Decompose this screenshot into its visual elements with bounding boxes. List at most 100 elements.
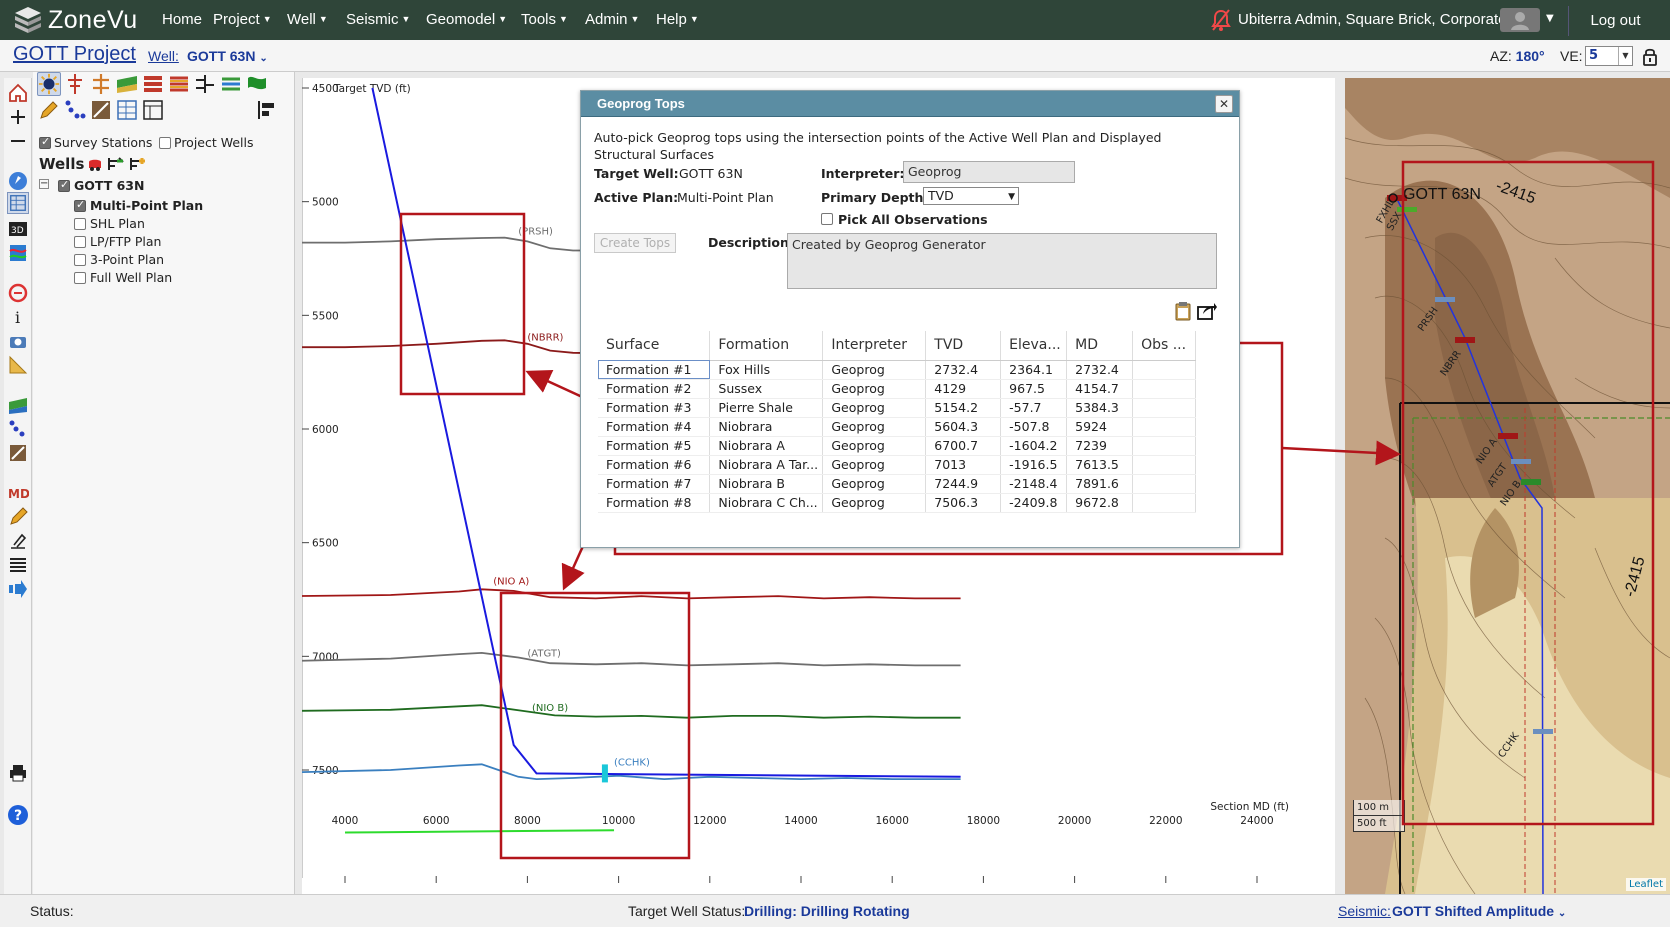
plan-label[interactable]: LP/FTP Plan	[90, 234, 161, 249]
nav-geomodel[interactable]: Geomodel ▼	[426, 11, 507, 28]
well-tree-label[interactable]: GOTT 63N	[74, 178, 144, 193]
interpreter-input[interactable]: Geoprog	[903, 161, 1075, 183]
table-row[interactable]: Formation #7 Niobrara B Geoprog 7244.9 -2148…	[598, 474, 1196, 494]
surface-line[interactable]	[302, 236, 614, 252]
survey-stations-checkbox[interactable]	[39, 135, 51, 149]
compass-icon[interactable]	[7, 170, 29, 192]
dialog-title[interactable]: Geoprog Tops	[581, 91, 1239, 117]
vertical-exaggeration-select[interactable]: 5 ▼	[1585, 46, 1633, 66]
well-filter-icon[interactable]	[87, 156, 103, 172]
column-header[interactable]: TVD	[925, 331, 1002, 361]
plan-checkbox[interactable]	[74, 236, 86, 248]
plan-label[interactable]: Full Well Plan	[90, 270, 172, 285]
log-icon[interactable]	[7, 282, 29, 304]
share-export-icon[interactable]	[1196, 301, 1218, 321]
active-position-marker[interactable]	[601, 764, 608, 783]
column-header[interactable]: Interpreter	[822, 331, 927, 361]
nav-tools[interactable]: Tools ▼	[521, 11, 568, 28]
panel-layout-icon[interactable]	[115, 98, 139, 122]
collapse-tree-icon[interactable]: −	[39, 179, 49, 189]
plan-checkbox[interactable]	[74, 198, 86, 212]
column-header[interactable]: MD	[1066, 331, 1134, 361]
map-well-label[interactable]: GOTT 63N	[1403, 186, 1481, 204]
info-icon[interactable]: i	[7, 306, 29, 328]
surface-line[interactable]	[302, 704, 961, 719]
edit-pencil-icon[interactable]	[37, 98, 61, 122]
tops-icon[interactable]	[7, 418, 29, 440]
nav-well[interactable]: Well ▼	[287, 11, 328, 28]
md-icon[interactable]: MD	[7, 482, 29, 504]
seismic-selector[interactable]: GOTT Shifted Amplitude ⌄	[1392, 903, 1566, 919]
nav-home[interactable]: Home	[162, 11, 202, 28]
close-button[interactable]: ✕	[1215, 95, 1233, 113]
geosteer-icon[interactable]	[7, 442, 29, 464]
lower-surface-line[interactable]	[344, 829, 615, 834]
leaflet-attribution-link[interactable]: Leaflet	[1625, 878, 1666, 891]
chevron-down-icon[interactable]: ▼	[1546, 13, 1554, 24]
surface-layers-icon[interactable]	[115, 72, 139, 96]
well-checkbox[interactable]	[58, 178, 70, 192]
well-tree-add-icon[interactable]	[129, 156, 147, 172]
column-header[interactable]: Eleva...	[1000, 331, 1068, 361]
plan-checkbox[interactable]	[74, 218, 86, 230]
align-left-icon[interactable]	[255, 98, 279, 122]
table-row[interactable]: Formation #5 Niobrara A Geoprog 6700.7 -1604…	[598, 436, 1196, 456]
help-icon[interactable]: ?	[7, 804, 29, 826]
list-icon[interactable]	[7, 554, 29, 576]
table-row[interactable]: Formation #6 Niobrara A Tar... Geoprog 7013…	[598, 455, 1196, 475]
surface-line[interactable]	[302, 588, 961, 600]
print-icon[interactable]	[7, 762, 29, 784]
strata-icon[interactable]	[141, 72, 165, 96]
nav-admin[interactable]: Admin ▼	[585, 11, 639, 28]
ruler-icon[interactable]	[7, 354, 29, 376]
project-title-link[interactable]: GOTT Project	[13, 43, 136, 66]
well-selector[interactable]: GOTT 63N ⌄	[187, 48, 268, 64]
horizon-icon[interactable]	[7, 394, 29, 416]
well-symbol-icon[interactable]	[63, 72, 87, 96]
pencil-icon[interactable]	[7, 506, 29, 528]
plan-label[interactable]: 3-Point Plan	[90, 252, 164, 267]
plan-checkbox[interactable]	[74, 272, 86, 284]
description-textarea[interactable]: Created by Geoprog Generator	[787, 233, 1217, 289]
zoom-out-icon[interactable]	[7, 130, 29, 152]
clipboard-icon[interactable]	[1174, 301, 1192, 321]
project-wells-checkbox[interactable]	[159, 137, 171, 149]
nav-project[interactable]: Project ▼	[213, 11, 272, 28]
flag-icon[interactable]	[245, 72, 269, 96]
well-tops-icon[interactable]	[89, 72, 113, 96]
lock-icon[interactable]	[1641, 46, 1659, 66]
section-view-icon[interactable]	[7, 192, 29, 214]
table-row[interactable]: Formation #3 Pierre Shale Geoprog 5154.2 -57…	[598, 398, 1196, 418]
survey-dots-icon[interactable]	[63, 98, 87, 122]
export-arrow-icon[interactable]	[7, 578, 29, 600]
horizons-icon[interactable]	[219, 72, 243, 96]
3d-view-icon[interactable]: 3D	[7, 218, 29, 240]
nav-seismic[interactable]: Seismic ▼	[346, 11, 410, 28]
formation-icon[interactable]	[167, 72, 191, 96]
create-tops-button[interactable]: Create Tops	[594, 233, 676, 253]
home-icon[interactable]	[7, 82, 29, 104]
zonevu-logo[interactable]: ZoneVu	[12, 4, 162, 36]
map-grid-icon[interactable]	[89, 98, 113, 122]
plan-checkbox[interactable]	[74, 254, 86, 266]
table-row[interactable]: Formation #4 Niobrara Geoprog 5604.3 -507.8 5…	[598, 417, 1196, 437]
column-header[interactable]: Surface	[598, 331, 711, 361]
well-map[interactable]: GOTT 63N -2415 -2415 FXHL SSX PRSH NBRR NIO …	[1345, 78, 1670, 894]
zoom-in-icon[interactable]	[7, 106, 29, 128]
current-user-label[interactable]: Ubiterra Admin, Square Brick, Corporate	[1238, 11, 1506, 28]
sun-burst-icon[interactable]	[37, 72, 61, 96]
camera-icon[interactable]	[7, 330, 29, 352]
table-row[interactable]: Formation #8 Niobrara C Ch... Geoprog 7506.…	[598, 493, 1196, 513]
fault-icon[interactable]	[193, 72, 217, 96]
primary-depth-select[interactable]: TVD ▼	[923, 187, 1019, 205]
nav-help[interactable]: Help ▼	[656, 11, 699, 28]
logout-button[interactable]: Log out	[1568, 6, 1662, 36]
user-avatar[interactable]	[1500, 8, 1540, 32]
column-header[interactable]: Obs ...	[1132, 331, 1196, 361]
table-row[interactable]: Formation #2 Sussex Geoprog 4129 967.5 4154.7	[598, 379, 1196, 399]
well-tree-icon[interactable]	[107, 156, 125, 172]
plan-label[interactable]: SHL Plan	[90, 216, 145, 231]
window-icon[interactable]	[141, 98, 165, 122]
well-selector-label[interactable]: Well:	[148, 48, 179, 64]
seismic-selector-label[interactable]: Seismic:	[1338, 903, 1391, 919]
